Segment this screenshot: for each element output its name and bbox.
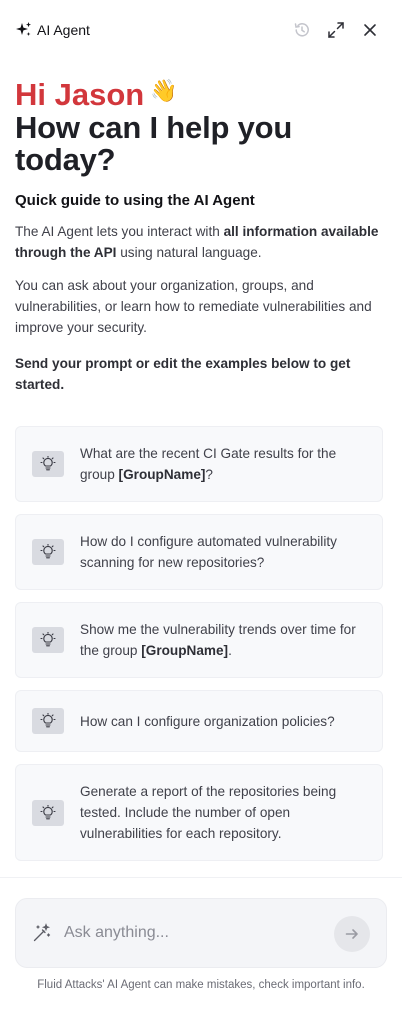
header-actions — [292, 20, 380, 40]
disclaimer: Fluid Attacks' AI Agent can make mistake… — [37, 979, 365, 991]
suggestion-card[interactable]: Generate a report of the repositories be… — [15, 764, 383, 861]
arrow-right-icon — [344, 926, 360, 942]
page-title: How can I help you today? — [15, 110, 293, 177]
suggestion-card[interactable]: How do I configure automated vulnerabili… — [15, 514, 383, 590]
guide-paragraph-1: The AI Agent lets you interact with all … — [15, 224, 379, 260]
lightbulb-icon — [32, 539, 64, 565]
suggestion-card[interactable]: Show me the vulnerability trends over ti… — [15, 602, 383, 678]
lightbulb-icon — [32, 800, 64, 826]
suggestion-text: How do I configure automated vulnerabili… — [80, 534, 337, 570]
suggestion-text: What are the recent CI Gate results for … — [80, 446, 337, 482]
guide-paragraph-3: Send your prompt or edit the examples be… — [15, 356, 351, 392]
guide-paragraph-2: You can ask about your organization, gro… — [15, 278, 372, 335]
suggestion-text: How can I configure organization policie… — [80, 714, 335, 729]
guide-title: Quick guide to using the AI Agent — [15, 192, 255, 209]
waving-hand-icon: 👋 — [150, 78, 178, 103]
suggestion-card[interactable]: How can I configure organization policie… — [15, 690, 383, 752]
suggestion-text: Generate a report of the repositories be… — [80, 784, 337, 841]
brand: AI Agent — [15, 21, 90, 39]
greeting-name: Hi Jason — [15, 77, 145, 112]
greeting: Hi Jason 👋 — [15, 78, 385, 112]
suggestion-card[interactable]: What are the recent CI Gate results for … — [15, 426, 383, 502]
panel-header: AI Agent — [0, 0, 402, 62]
magic-wand-icon — [32, 923, 52, 948]
welcome-section: Hi Jason 👋 How can I help you today? Qui… — [15, 78, 385, 395]
suggestion-text: Show me the vulnerability trends over ti… — [80, 622, 356, 658]
prompt-box — [15, 898, 387, 968]
expand-icon[interactable] — [326, 20, 346, 40]
close-icon[interactable] — [360, 20, 380, 40]
lightbulb-icon — [32, 451, 64, 477]
lightbulb-icon — [32, 708, 64, 734]
sparkles-icon — [15, 21, 33, 39]
prompt-input[interactable] — [64, 921, 324, 945]
divider — [0, 877, 402, 878]
send-button[interactable] — [334, 916, 370, 952]
history-icon[interactable] — [292, 20, 312, 40]
lightbulb-icon — [32, 627, 64, 653]
panel-title: AI Agent — [37, 22, 90, 38]
